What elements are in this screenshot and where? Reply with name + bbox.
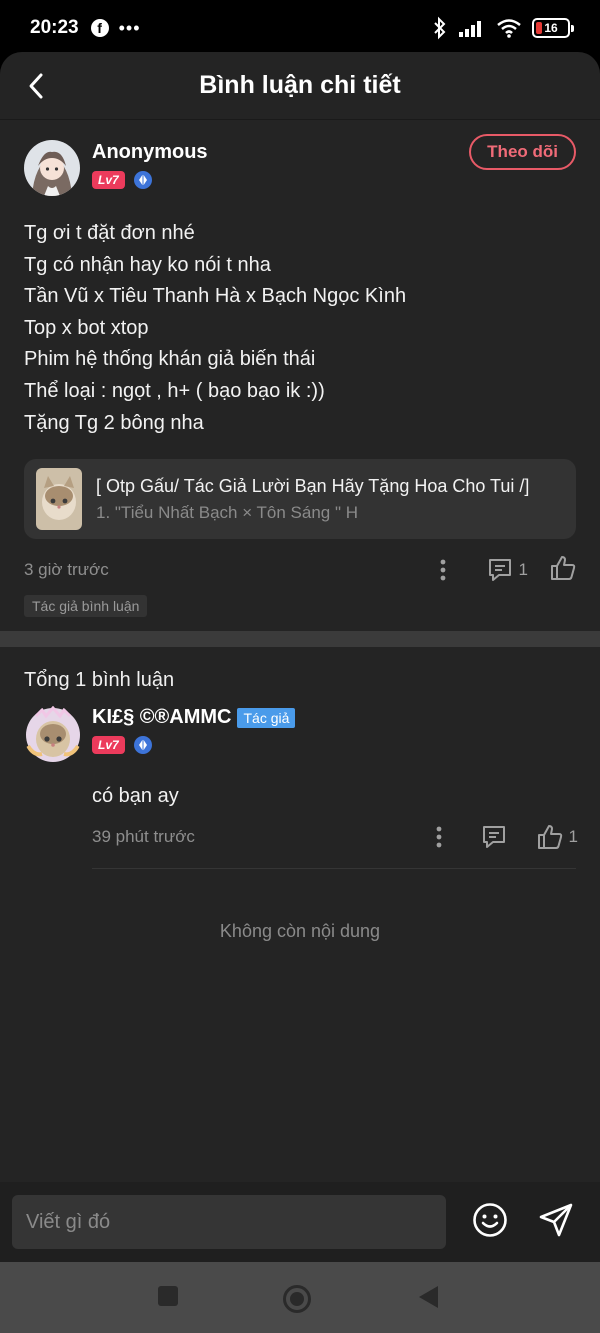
status-time: 20:23	[30, 17, 79, 38]
square-icon	[158, 1286, 178, 1306]
post-text: Tg ơi t đặt đơn nhé Tg có nhận hay ko nó…	[24, 218, 576, 439]
header: Bình luận chi tiết	[0, 52, 600, 120]
like-count: 1	[568, 827, 578, 847]
comment-icon	[488, 559, 511, 582]
reply-author-name[interactable]: KI£§ ©®AMMC	[92, 706, 231, 729]
vertical-dots-icon	[440, 559, 445, 581]
post-line: Tg ơi t đặt đơn nhé	[24, 222, 195, 244]
back-nav-button[interactable]	[416, 1284, 440, 1315]
book-card[interactable]: [ Otp Gấu/ Tác Giả Lười Bạn Hãy Tặng Hoa…	[24, 459, 576, 540]
status-bar: 20:23 f ••• 16	[0, 0, 600, 56]
signal-icon	[459, 21, 481, 37]
reply-time: 39 phút trước	[92, 827, 195, 847]
more-notifications-icon: •••	[118, 17, 141, 38]
post-line: Tần Vũ x Tiêu Thanh Hà x Bạch Ngọc Kình	[24, 285, 407, 308]
replies-count: Tổng 1 bình luận	[24, 669, 175, 692]
reply-button[interactable]	[481, 825, 507, 849]
comment-input[interactable]	[12, 1195, 446, 1249]
facebook-icon: f	[90, 19, 109, 37]
bluetooth-icon	[434, 16, 446, 40]
comment-composer	[0, 1182, 600, 1262]
post-actions: 3 giờ trước 1	[24, 555, 576, 585]
more-button[interactable]	[429, 824, 449, 850]
recents-button[interactable]	[156, 1284, 180, 1313]
send-icon	[539, 1203, 573, 1236]
author-comment-tag: Tác giả bình luận	[24, 595, 148, 618]
author-badge: Tác giả	[237, 707, 296, 728]
like-button[interactable]	[550, 555, 576, 586]
reply-count: 1	[518, 560, 528, 580]
circle-icon	[283, 1285, 311, 1313]
post-line: Tặng Tg 2 bông nha	[24, 411, 204, 434]
wifi-icon	[497, 19, 521, 38]
post-time: 3 giờ trước	[24, 560, 109, 580]
book-chapter: 1. "Tiểu Nhất Bạch × Tôn Sáng " H	[96, 502, 359, 522]
level-badge: Lv7	[92, 736, 125, 755]
reply-text: có bạn ay	[92, 785, 179, 808]
like-button[interactable]: 1	[537, 824, 578, 850]
reply-button[interactable]: 1	[487, 558, 528, 582]
battery-level: 16	[544, 21, 558, 35]
post-line: Top x bot xtop	[24, 316, 149, 339]
triangle-back-icon	[419, 1286, 438, 1308]
comment-icon	[482, 826, 505, 849]
smile-icon	[473, 1202, 507, 1237]
end-of-content: Không còn nội dung	[219, 921, 381, 942]
post-line: Phim hệ thống khán giả biến thái	[24, 348, 316, 371]
follow-button[interactable]: Theo dõi	[469, 134, 576, 170]
vertical-dots-icon	[436, 826, 441, 848]
reply-actions: 39 phút trước 1	[92, 822, 578, 852]
section-divider	[0, 631, 600, 648]
author-name[interactable]: Anonymous	[92, 140, 208, 164]
diamond-badge-icon	[133, 736, 152, 755]
level-badge: Lv7	[92, 171, 125, 189]
comment-detail-screen: Bình luận chi tiết Anonymous Lv7 Theo dõ…	[0, 52, 600, 1262]
battery-icon: 16	[532, 18, 574, 38]
diamond-badge-icon	[133, 171, 152, 189]
main-comment: Anonymous Lv7 Theo dõi Tg ơi t đặt đơn n…	[0, 120, 600, 618]
thumbs-up-icon	[537, 825, 562, 850]
avatar[interactable]	[24, 140, 80, 196]
reply-item: KI£§ ©®AMMC Tác giả Lv7 có bạn ay 39 phú…	[24, 706, 578, 870]
avatar[interactable]	[24, 706, 82, 765]
back-button[interactable]	[20, 70, 52, 102]
send-button[interactable]	[538, 1202, 574, 1243]
book-title: [ Otp Gấu/ Tác Giả Lười Bạn Hãy Tặng Hoa…	[96, 475, 530, 496]
home-button[interactable]	[282, 1284, 312, 1319]
replies-section: Tổng 1 bình luận KI£§ ©®AMMC Tác giả Lv7…	[0, 647, 600, 942]
reply-divider	[92, 868, 576, 870]
thumbs-up-icon	[551, 555, 576, 580]
page-title: Bình luận chi tiết	[199, 71, 401, 99]
more-button[interactable]	[433, 557, 453, 583]
system-navigation-bar	[0, 1262, 600, 1333]
book-cover	[36, 468, 82, 531]
chevron-left-icon	[29, 73, 43, 99]
emoji-button[interactable]	[472, 1202, 508, 1243]
post-line: Thể loại : ngọt , h+ ( bạo bạo ik :))	[24, 379, 325, 402]
post-line: Tg có nhận hay ko nói t nha	[24, 253, 271, 276]
